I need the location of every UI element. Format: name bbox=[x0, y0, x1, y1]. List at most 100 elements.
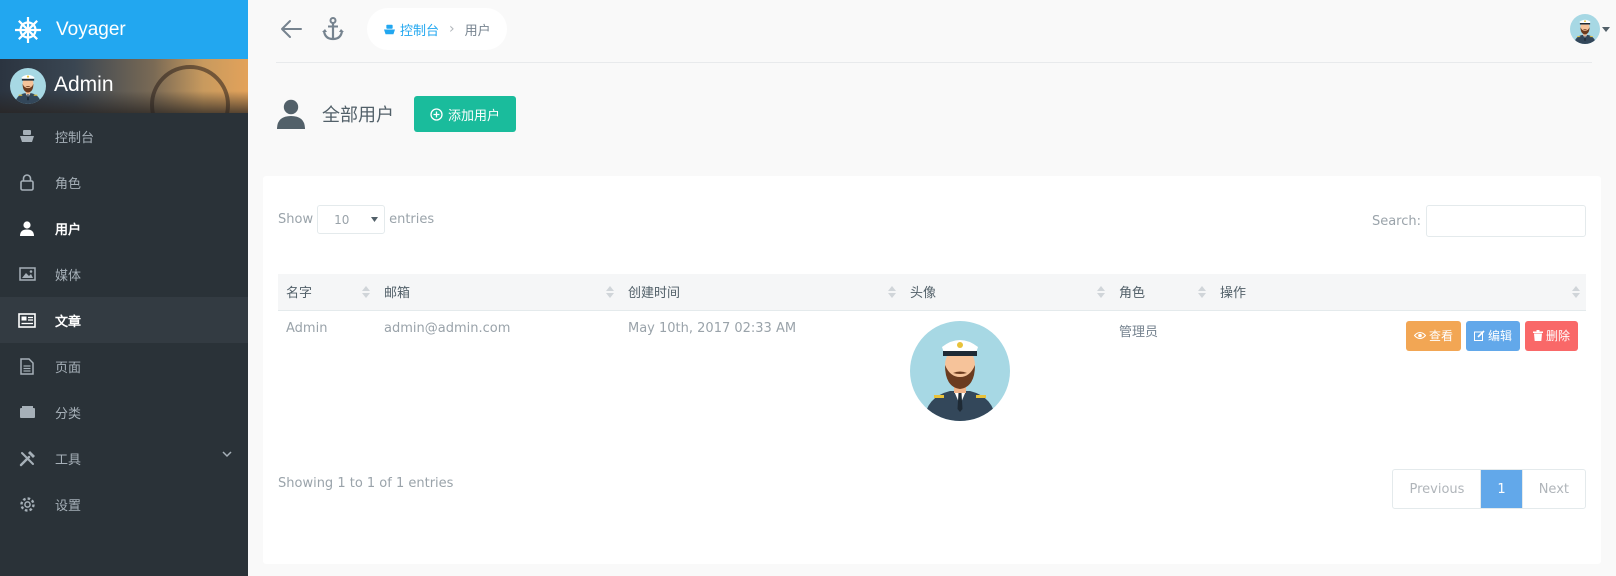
search-input[interactable] bbox=[1426, 205, 1586, 237]
sort-icon bbox=[606, 286, 614, 298]
sidebar-item-label: 分类 bbox=[55, 406, 82, 422]
brand-header[interactable]: Voyager bbox=[0, 0, 248, 59]
cell-email: admin@admin.com bbox=[384, 320, 511, 336]
file-text-icon bbox=[18, 357, 36, 375]
length-label-after: entries bbox=[389, 212, 435, 227]
tools-icon bbox=[18, 449, 36, 467]
back-arrow-icon[interactable] bbox=[280, 19, 302, 39]
sidebar-item-label: 设置 bbox=[55, 498, 82, 514]
breadcrumb-home[interactable]: 控制台 bbox=[383, 20, 439, 39]
cell-name: Admin bbox=[286, 320, 328, 336]
users-table: 名字 邮箱 创建时间 头像 角色 操作 Admin admin@admin.co… bbox=[278, 274, 1586, 446]
column-header-email[interactable]: 邮箱 bbox=[376, 274, 620, 311]
breadcrumb-current: 用户 bbox=[464, 23, 491, 39]
table-row: Admin admin@admin.com May 10th, 2017 02:… bbox=[278, 310, 1586, 446]
table-search: Search: bbox=[1372, 205, 1586, 237]
divider bbox=[276, 62, 1592, 63]
breadcrumb-home-label: 控制台 bbox=[400, 23, 440, 39]
caret-down-icon[interactable] bbox=[1602, 27, 1610, 32]
sort-icon bbox=[362, 286, 370, 298]
person-icon bbox=[277, 99, 305, 129]
sidebar-item-roles[interactable]: 角色 bbox=[0, 159, 248, 205]
sidebar-item-settings[interactable]: 设置 bbox=[0, 481, 248, 527]
view-button[interactable]: 查看 bbox=[1405, 320, 1461, 351]
column-header-created[interactable]: 创建时间 bbox=[620, 274, 902, 311]
sidebar-item-label: 媒体 bbox=[55, 268, 82, 284]
column-header-name[interactable]: 名字 bbox=[278, 274, 376, 311]
sidebar-item-label: 页面 bbox=[55, 360, 82, 376]
cell-created: May 10th, 2017 02:33 AM bbox=[628, 320, 797, 336]
profile-background-image bbox=[150, 65, 230, 113]
edit-label: 编辑 bbox=[1487, 329, 1512, 343]
search-label: Search: bbox=[1371, 213, 1421, 229]
add-user-button[interactable]: 添加用户 bbox=[414, 96, 517, 132]
entries-select-value: 10 bbox=[334, 212, 350, 227]
column-label: 邮箱 bbox=[384, 286, 411, 302]
avatar bbox=[10, 68, 46, 104]
sidebar-item-users[interactable]: 用户 bbox=[0, 205, 248, 251]
chevron-down-icon bbox=[222, 451, 232, 458]
column-label: 头像 bbox=[910, 286, 937, 302]
sort-icon bbox=[1198, 286, 1206, 298]
add-user-label: 添加用户 bbox=[448, 108, 501, 124]
plus-circle-icon bbox=[430, 107, 443, 121]
entries-length: Show 10 entries bbox=[278, 205, 434, 234]
sidebar-item-pages[interactable]: 页面 bbox=[0, 343, 248, 389]
page-title: 全部用户 bbox=[322, 105, 394, 126]
sidebar: Voyager Admin 控制台 角色 用户 媒体 文章 页面 分类 工具 设… bbox=[0, 0, 248, 576]
eye-icon bbox=[1413, 331, 1426, 340]
pagination: Previous 1 Next bbox=[1392, 469, 1586, 509]
row-actions: 查看 编辑 删除 bbox=[1220, 320, 1586, 351]
delete-button[interactable]: 删除 bbox=[1524, 320, 1578, 351]
sidebar-item-label: 工具 bbox=[55, 452, 82, 468]
sidebar-item-posts[interactable]: 文章 bbox=[0, 297, 248, 343]
entries-select[interactable]: 10 bbox=[317, 205, 386, 234]
person-icon bbox=[18, 219, 36, 237]
column-header-role[interactable]: 角色 bbox=[1111, 274, 1212, 311]
anchor-icon[interactable] bbox=[322, 17, 344, 41]
view-label: 查看 bbox=[1428, 329, 1453, 343]
trash-icon bbox=[1532, 330, 1543, 341]
sidebar-item-label: 文章 bbox=[55, 314, 82, 330]
caret-down-icon bbox=[371, 217, 379, 222]
boat-icon bbox=[384, 24, 395, 34]
sidebar-item-media[interactable]: 媒体 bbox=[0, 251, 248, 297]
sidebar-profile[interactable]: Admin bbox=[0, 59, 248, 113]
cell-avatar bbox=[902, 310, 1111, 446]
categories-icon bbox=[18, 403, 36, 421]
user-avatar[interactable] bbox=[1570, 14, 1600, 44]
table-header-row: 名字 邮箱 创建时间 头像 角色 操作 bbox=[278, 274, 1586, 311]
breadcrumb: 控制台 › 用户 bbox=[367, 8, 507, 50]
sort-icon bbox=[888, 286, 896, 298]
gear-icon bbox=[18, 495, 36, 513]
sidebar-item-label: 用户 bbox=[55, 222, 82, 238]
length-label-before: Show bbox=[278, 212, 314, 227]
sidebar-item-label: 角色 bbox=[55, 176, 82, 192]
top-navbar: 控制台 › 用户 bbox=[248, 0, 1616, 62]
column-header-avatar[interactable]: 头像 bbox=[902, 274, 1111, 311]
users-panel: Show 10 entries Search: 名字 邮箱 创建时间 头像 角色… bbox=[263, 176, 1601, 564]
column-header-actions[interactable]: 操作 bbox=[1212, 274, 1586, 311]
delete-label: 删除 bbox=[1545, 329, 1570, 343]
sidebar-item-tools[interactable]: 工具 bbox=[0, 435, 248, 481]
edit-icon bbox=[1473, 330, 1485, 341]
pagination-page-1[interactable]: 1 bbox=[1481, 470, 1522, 508]
pagination-next[interactable]: Next bbox=[1521, 470, 1585, 508]
profile-name: Admin bbox=[54, 73, 114, 96]
column-label: 创建时间 bbox=[628, 286, 681, 302]
brand-name: Voyager bbox=[56, 18, 126, 40]
column-label: 名字 bbox=[286, 286, 313, 302]
sidebar-item-categories[interactable]: 分类 bbox=[0, 389, 248, 435]
lock-icon bbox=[18, 173, 36, 191]
column-label: 角色 bbox=[1119, 286, 1146, 302]
column-label: 操作 bbox=[1220, 286, 1247, 302]
pagination-previous[interactable]: Previous bbox=[1393, 470, 1482, 508]
sidebar-item-dashboard[interactable]: 控制台 bbox=[0, 113, 248, 159]
table-info: Showing 1 to 1 of 1 entries bbox=[278, 476, 454, 491]
page-header: 全部用户 添加用户 bbox=[276, 96, 517, 132]
sort-icon bbox=[1572, 286, 1580, 298]
ship-wheel-icon bbox=[15, 16, 41, 43]
edit-button[interactable]: 编辑 bbox=[1465, 320, 1520, 351]
cell-role: 管理员 bbox=[1119, 324, 1159, 340]
boat-icon bbox=[18, 127, 36, 145]
